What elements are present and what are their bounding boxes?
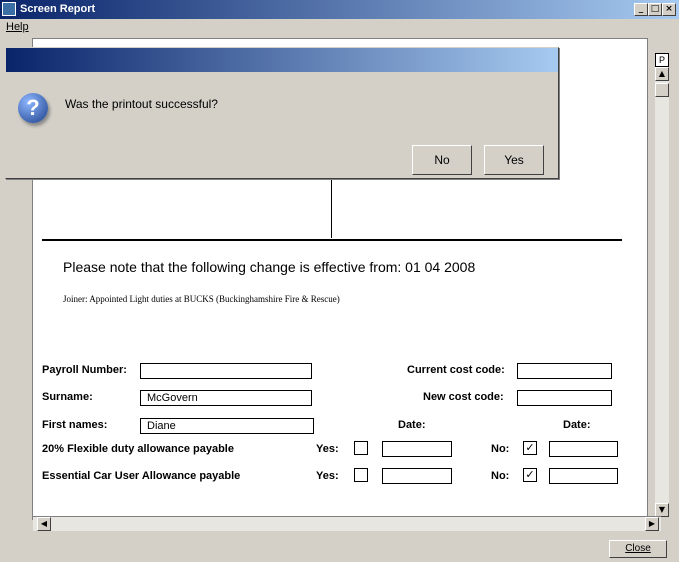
print-confirm-dialog: ? Was the printout successful? No Yes xyxy=(5,47,559,179)
scroll-left-arrow[interactable]: ◀ xyxy=(37,517,51,531)
vertical-scroll-thumb[interactable] xyxy=(655,83,669,97)
menu-help[interactable]: Help xyxy=(6,21,29,33)
flex-no-label: No: xyxy=(491,443,510,455)
scroll-up-arrow[interactable]: ▲ xyxy=(655,67,669,81)
flex-no-checkbox: ✓ xyxy=(523,441,537,455)
surname-label: Surname: xyxy=(42,391,93,403)
close-button[interactable]: Close xyxy=(609,540,667,558)
maximize-button[interactable]: □ xyxy=(648,3,662,16)
app-icon xyxy=(2,2,16,16)
car-no-checkbox: ✓ xyxy=(523,468,537,482)
status-bar xyxy=(0,533,679,562)
dialog-titlebar xyxy=(6,48,558,72)
payroll-number-field xyxy=(140,363,312,379)
car-user-allowance-label: Essential Car User Allowance payable xyxy=(42,470,241,482)
first-names-field: Diane xyxy=(140,418,314,434)
page-marker: P xyxy=(655,53,669,67)
car-no-date-field xyxy=(549,468,618,484)
close-window-button[interactable]: × xyxy=(662,3,676,16)
window-titlebar: Screen Report _ □ × xyxy=(0,0,679,19)
flex-yes-label: Yes: xyxy=(316,443,339,455)
vertical-scrollbar[interactable]: ▲ ▼ xyxy=(655,67,669,517)
flexible-duty-allowance-label: 20% Flexible duty allowance payable xyxy=(42,443,234,455)
car-yes-date-field xyxy=(382,468,452,484)
horizontal-scrollbar[interactable]: ◀ ▶ xyxy=(33,516,661,531)
flex-yes-checkbox xyxy=(354,441,368,455)
scroll-down-arrow[interactable]: ▼ xyxy=(655,503,669,517)
joiner-description: Joiner: Appointed Light duties at BUCKS … xyxy=(63,294,340,304)
date-header-yes: Date: xyxy=(398,419,426,431)
effective-date-heading: Please note that the following change is… xyxy=(63,259,476,275)
dialog-message: Was the printout successful? xyxy=(65,97,218,111)
flex-yes-date-field xyxy=(382,441,452,457)
menu-bar: Help xyxy=(0,19,679,37)
car-no-label: No: xyxy=(491,470,510,482)
window-title: Screen Report xyxy=(20,3,96,15)
current-cost-code-label: Current cost code: xyxy=(407,364,505,376)
no-button[interactable]: No xyxy=(412,145,472,175)
close-button-label: Close xyxy=(625,543,651,554)
payroll-number-label: Payroll Number: xyxy=(42,364,127,376)
new-cost-code-label: New cost code: xyxy=(423,391,504,403)
flex-no-date-field xyxy=(549,441,618,457)
first-names-label: First names: xyxy=(42,419,108,431)
question-icon: ? xyxy=(18,93,48,123)
report-divider-horizontal xyxy=(42,239,622,241)
new-cost-code-field xyxy=(517,390,612,406)
minimize-button[interactable]: _ xyxy=(634,3,648,16)
yes-button[interactable]: Yes xyxy=(484,145,544,175)
current-cost-code-field xyxy=(517,363,612,379)
surname-field: McGovern xyxy=(140,390,312,406)
car-yes-label: Yes: xyxy=(316,470,339,482)
date-header-no: Date: xyxy=(563,419,591,431)
scroll-right-arrow[interactable]: ▶ xyxy=(645,517,659,531)
report-divider-vertical xyxy=(331,178,332,238)
car-yes-checkbox xyxy=(354,468,368,482)
